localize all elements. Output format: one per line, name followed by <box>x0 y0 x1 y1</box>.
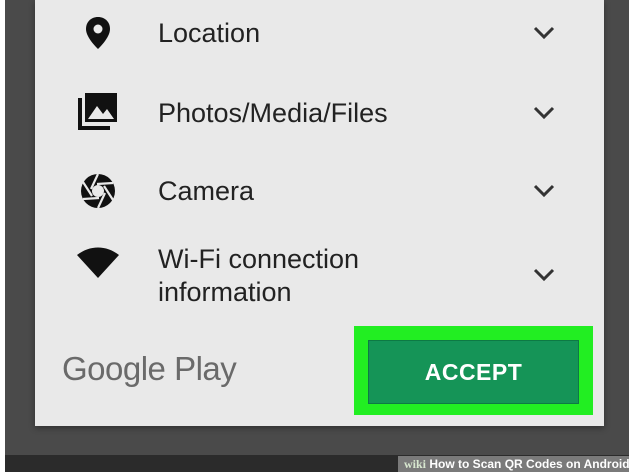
chevron-down-icon[interactable] <box>531 20 557 46</box>
chevron-down-icon[interactable] <box>531 178 557 204</box>
permission-label: Wi-Fi connection information <box>158 244 360 307</box>
permission-row-wifi[interactable]: Wi-Fi connection information <box>35 240 604 310</box>
permission-row-location[interactable]: Location <box>35 8 604 58</box>
chevron-down-icon[interactable] <box>531 262 557 288</box>
accept-button[interactable]: ACCEPT <box>368 340 579 404</box>
photos-icon <box>75 88 121 134</box>
permission-row-photos[interactable]: Photos/Media/Files <box>35 88 604 138</box>
wifi-icon <box>75 240 121 286</box>
watermark-text: How to Scan QR Codes on Android <box>429 457 629 471</box>
chevron-down-icon[interactable] <box>531 100 557 126</box>
camera-aperture-icon <box>75 168 121 214</box>
permission-label: Photos/Media/Files <box>158 98 388 128</box>
permission-row-camera[interactable]: Camera <box>35 166 604 216</box>
watermark: wiki How to Scan QR Codes on Android <box>398 456 629 472</box>
google-play-logo: Google Play <box>62 350 237 387</box>
watermark-brand: wiki <box>404 457 427 471</box>
permission-label: Camera <box>158 176 255 206</box>
permission-label: Location <box>158 18 261 48</box>
location-pin-icon <box>75 10 121 56</box>
